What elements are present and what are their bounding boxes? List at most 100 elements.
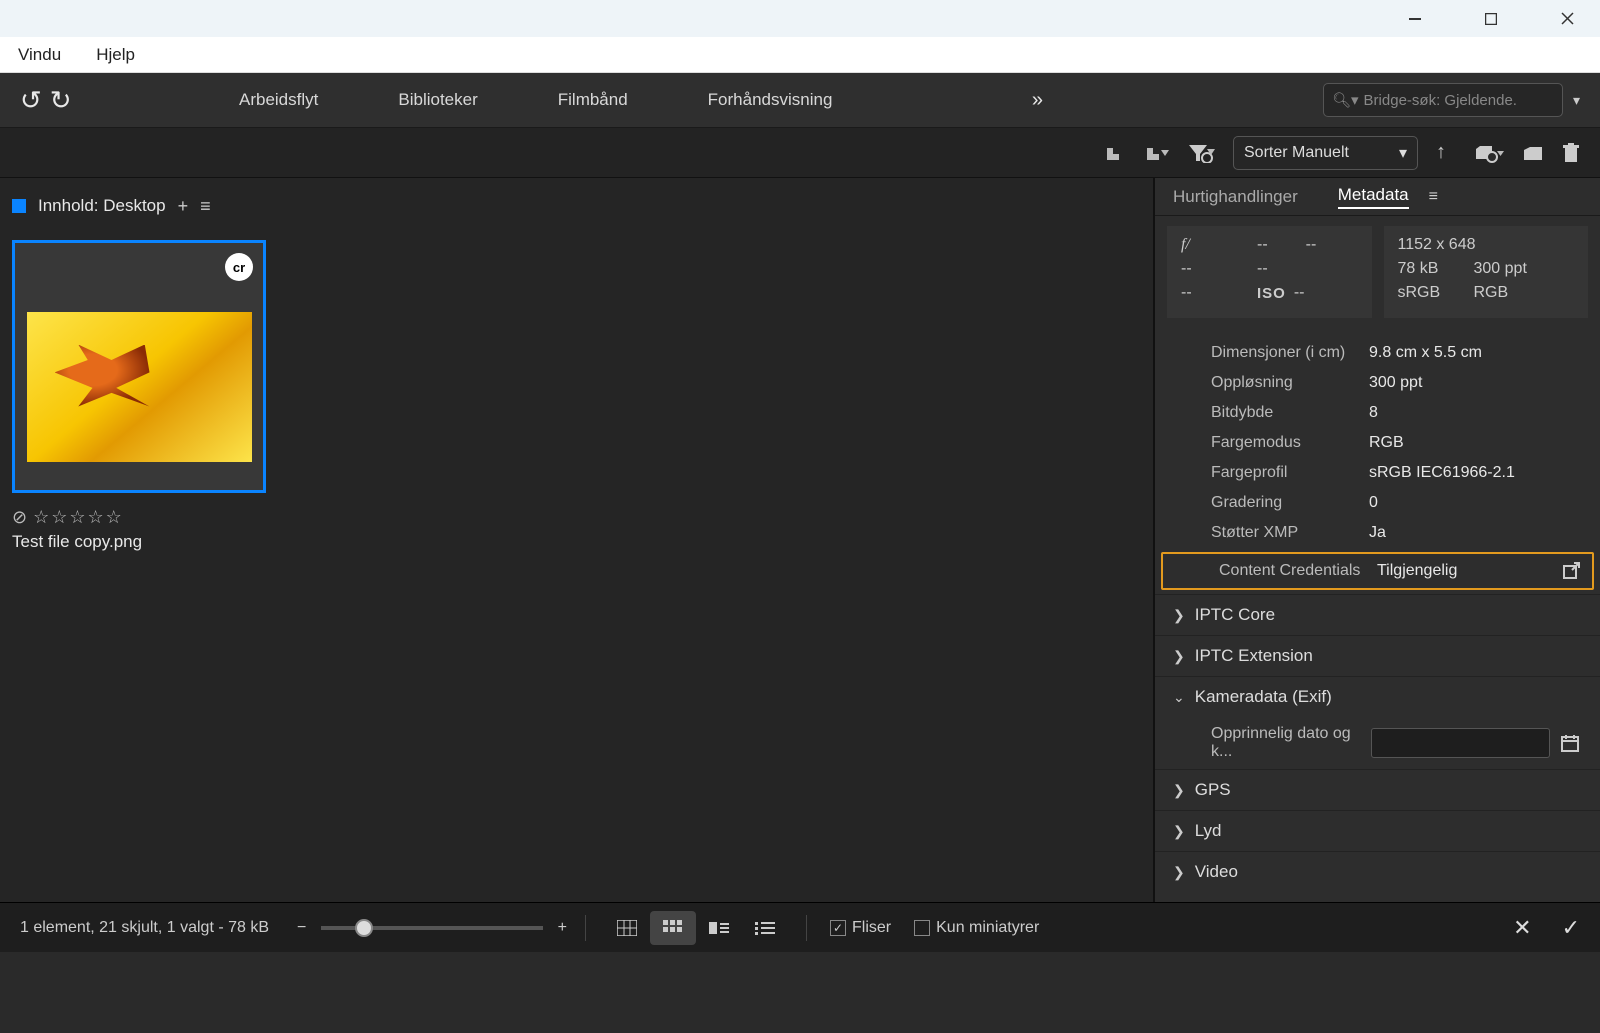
search-input[interactable]: 🔍︎▾ Bridge-søk: Gjeldende. [1323, 83, 1563, 117]
view-thumbnails-button[interactable] [650, 911, 696, 945]
metadata-panel: Hurtighandlinger Metadata ≡ f/---- ---- … [1155, 178, 1600, 902]
statusbar: 1 element, 21 skjult, 1 valgt - 78 kB − … [0, 902, 1600, 952]
search-dropdown-icon[interactable]: ▾ [1573, 92, 1580, 109]
filesize-value: 78 kB [1398, 260, 1446, 278]
workspace-forhandsvisning[interactable]: Forhåndsvisning [708, 90, 833, 110]
sort-select[interactable]: Sorter Manuelt ▾ [1233, 136, 1418, 170]
search-icon: 🔍︎▾ [1332, 91, 1359, 109]
minimize-icon [1409, 18, 1421, 20]
calendar-icon[interactable] [1560, 733, 1580, 753]
prop-row: Bitdybde8 [1155, 398, 1600, 428]
content-panel-title: Innhold: Desktop [38, 196, 166, 216]
new-folder-icon[interactable] [1522, 144, 1544, 162]
titlebar [0, 0, 1600, 37]
minimize-button[interactable] [1392, 3, 1438, 35]
tab-quick-actions[interactable]: Hurtighandlinger [1173, 187, 1298, 207]
prop-row: FargemodusRGB [1155, 428, 1600, 458]
rating-row[interactable]: ⊘☆☆☆☆☆ [12, 507, 266, 528]
content-panel-header: Innhold: Desktop + ≡ [12, 190, 1141, 222]
thumbnail-image [27, 312, 252, 462]
section-gps[interactable]: ❯GPS [1155, 769, 1600, 810]
dimensions-value: 1152 x 648 [1398, 236, 1476, 254]
section-iptc-core[interactable]: ❯IPTC Core [1155, 594, 1600, 635]
open-recent-icon[interactable] [1474, 143, 1504, 163]
panel-indicator-icon [12, 199, 26, 213]
rating-filter-icon[interactable] [1099, 144, 1121, 162]
zoom-in-icon[interactable]: + [558, 919, 567, 937]
chevron-right-icon: ❯ [1173, 648, 1185, 665]
apply-icon[interactable]: ✓ [1562, 915, 1580, 941]
prop-row: FargeprofilsRGB IEC61966-2.1 [1155, 458, 1600, 488]
star-rating[interactable]: ☆☆☆☆☆ [33, 507, 124, 527]
maximize-icon [1485, 13, 1497, 25]
aperture-value: -- [1257, 236, 1268, 254]
trash-icon[interactable] [1562, 143, 1580, 163]
prop-row: Støtter XMPJa [1155, 518, 1600, 548]
close-button[interactable] [1544, 3, 1590, 35]
toolbar-filter: Sorter Manuelt ▾ ↑ [0, 128, 1600, 178]
camera-date-input[interactable] [1371, 728, 1550, 758]
chevron-right-icon: ❯ [1173, 823, 1185, 840]
more-workspaces-icon[interactable]: » [1032, 89, 1043, 112]
reject-icon[interactable]: ⊘ [12, 507, 29, 527]
toolbar-workspace: ↺ ↻ Arbeidsflyt Biblioteker Filmbånd For… [0, 73, 1600, 128]
slider-thumb[interactable] [355, 919, 373, 937]
view-details-button[interactable] [696, 911, 742, 945]
external-link-icon[interactable] [1562, 562, 1580, 580]
content-credentials-row[interactable]: Content Credentials Tilgjengelig [1161, 552, 1594, 590]
workspace-biblioteker[interactable]: Biblioteker [398, 90, 477, 110]
menu-vindu[interactable]: Vindu [18, 45, 61, 65]
file-summary-box: 1152 x 648 78 kB300 ppt sRGBRGB [1384, 226, 1589, 318]
section-camera-data[interactable]: ⌄Kameradata (Exif) [1155, 676, 1600, 717]
sort-label: Sorter Manuelt [1244, 144, 1349, 162]
maximize-button[interactable] [1468, 3, 1514, 35]
view-list-button[interactable] [742, 911, 788, 945]
chevron-down-icon: ▾ [1399, 143, 1407, 163]
workspace-filmband[interactable]: Filmbånd [558, 90, 628, 110]
section-audio[interactable]: ❯Lyd [1155, 810, 1600, 851]
add-tab-button[interactable]: + [178, 196, 189, 217]
chevron-right-icon: ❯ [1173, 782, 1185, 799]
side-panel-tabs: Hurtighandlinger Metadata ≡ [1155, 178, 1600, 216]
menubar: Vindu Hjelp [0, 37, 1600, 73]
workspace-arbeidsflyt[interactable]: Arbeidsflyt [239, 90, 318, 110]
metadata-scroll[interactable]: Dimensjoner (i cm)9.8 cm x 5.5 cm Oppløs… [1155, 328, 1600, 902]
chevron-right-icon: ❯ [1173, 607, 1185, 624]
content-panel: Innhold: Desktop + ≡ cr ⊘☆☆☆☆☆ Test file… [0, 178, 1155, 902]
camera-original-date-row: Opprinnelig dato og k... [1155, 717, 1600, 769]
menu-hjelp[interactable]: Hjelp [96, 45, 135, 65]
status-text: 1 element, 21 skjult, 1 valgt - 78 kB [20, 919, 269, 937]
thumbnail-item[interactable]: cr ⊘☆☆☆☆☆ Test file copy.png [12, 240, 266, 552]
prop-row: Dimensjoner (i cm)9.8 cm x 5.5 cm [1155, 338, 1600, 368]
main-area: Innhold: Desktop + ≡ cr ⊘☆☆☆☆☆ Test file… [0, 178, 1600, 902]
checkbox-checked-icon: ✓ [830, 920, 846, 936]
section-video[interactable]: ❯Video [1155, 851, 1600, 892]
chevron-down-icon: ⌄ [1173, 689, 1185, 706]
sort-direction-button[interactable]: ↑ [1436, 141, 1446, 164]
panel-menu-icon[interactable]: ≡ [200, 196, 211, 217]
thumbnails-only-checkbox[interactable]: Kun miniatyrer [914, 919, 1039, 937]
tab-metadata[interactable]: Metadata [1338, 185, 1409, 209]
filter-icon[interactable] [1187, 143, 1215, 163]
close-icon [1561, 12, 1574, 25]
colorspace-value: sRGB [1398, 284, 1446, 302]
prop-row: Gradering0 [1155, 488, 1600, 518]
cancel-icon[interactable]: ✕ [1513, 915, 1531, 941]
camera-date-label: Opprinnelig dato og k... [1211, 725, 1361, 761]
tiles-checkbox[interactable]: ✓Fliser [830, 919, 891, 937]
thumbnail-frame[interactable]: cr [12, 240, 266, 493]
exposure-summary-box: f/---- ---- --ISO-- [1167, 226, 1372, 318]
zoom-out-icon[interactable]: − [297, 919, 306, 937]
rating-filter-dropdown-icon[interactable] [1139, 144, 1169, 162]
shutter-value: -- [1306, 236, 1317, 254]
rotate-ccw-button[interactable]: ↺ [20, 85, 42, 116]
section-iptc-extension[interactable]: ❯IPTC Extension [1155, 635, 1600, 676]
view-grid-lock-button[interactable] [604, 911, 650, 945]
slider-track[interactable] [321, 926, 542, 930]
rotate-cw-button[interactable]: ↻ [50, 85, 72, 116]
thumbnail-size-slider[interactable]: − + [297, 919, 567, 937]
panel-menu-icon[interactable]: ≡ [1429, 188, 1438, 206]
thumbnail-filename: Test file copy.png [12, 532, 266, 552]
metadata-apply-buttons: ✕ ✓ [1513, 915, 1580, 941]
flash-label: -- [1181, 284, 1229, 302]
